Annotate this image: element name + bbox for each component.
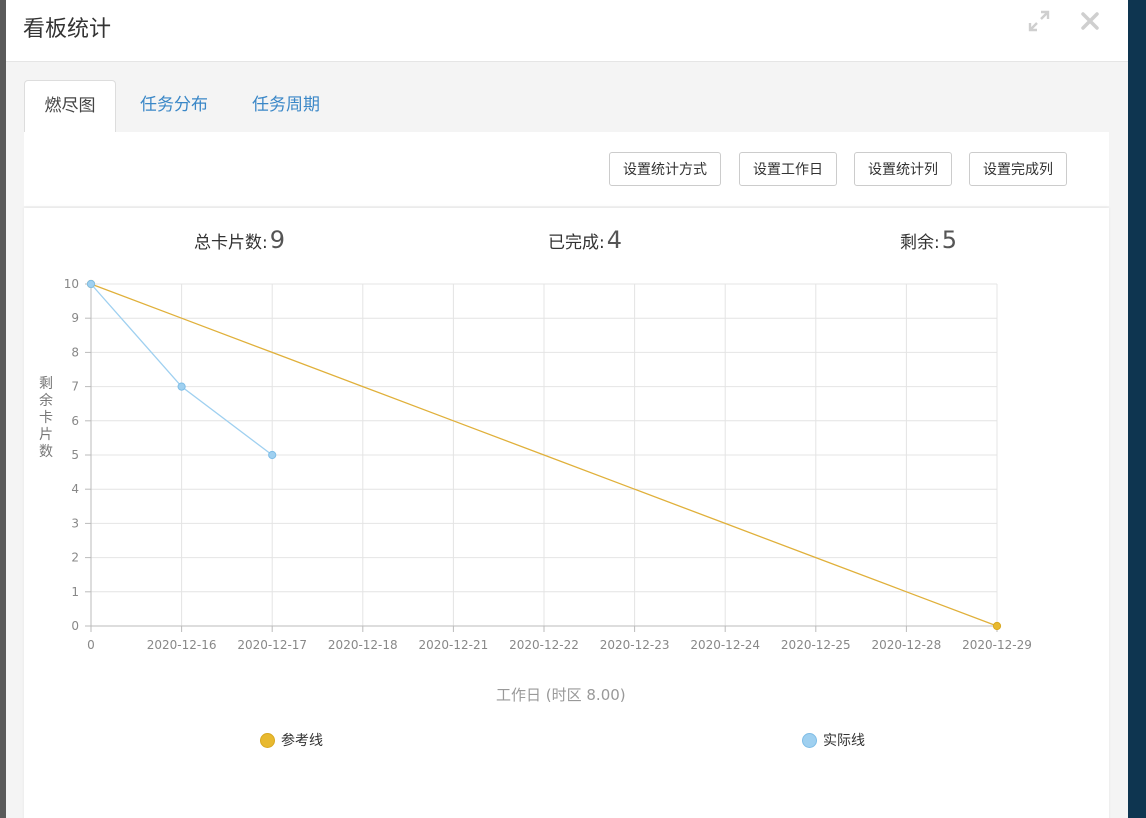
x-tick-label: 2020-12-18 (328, 638, 398, 652)
legend-label-reference: 参考线 (281, 733, 323, 749)
x-tick-label: 2020-12-28 (872, 638, 942, 652)
x-tick-label: 2020-12-25 (781, 638, 851, 652)
tab-task-distribution[interactable]: 任务分布 (124, 80, 224, 132)
modal-header: 看板统计 (6, 0, 1128, 62)
burndown-panel: 总卡片数:9 已完成:4 剩余:5 0 1 2 3 4 5 6 7 8 9 10 0 2020-12-1… (24, 208, 1109, 818)
data-point-actual (177, 382, 186, 391)
legend-item-reference[interactable]: 参考线 (260, 730, 323, 750)
x-tick-label: 2020-12-23 (600, 638, 670, 652)
modal-title: 看板统计 (23, 17, 112, 42)
y-tick-label: 0 (71, 619, 79, 633)
data-point-actual (268, 450, 277, 460)
x-tick-label: 2020-12-21 (419, 638, 489, 652)
tab-burndown[interactable]: 燃尽图 (24, 80, 116, 134)
kanban-stats-modal: 看板统计 燃尽图 任务分布 任务周期 设置统计方式 设置工作日 设置统计列 设置… (6, 0, 1128, 818)
y-tick-label: 9 (71, 311, 79, 325)
legend-swatch-reference (260, 733, 275, 748)
x-tick-label: 2020-12-16 (147, 638, 217, 652)
tab-task-cycle[interactable]: 任务周期 (236, 80, 336, 132)
legend-label-actual: 实际线 (823, 733, 865, 749)
x-tick-label: 2020-12-24 (690, 638, 760, 652)
legend-item-actual[interactable]: 实际线 (802, 730, 865, 750)
x-tick-label: 2020-12-29 (962, 638, 1032, 652)
y-tick-label: 6 (71, 414, 79, 428)
y-tick-label: 3 (71, 516, 79, 530)
expand-icon[interactable] (1026, 8, 1052, 34)
y-tick-label: 4 (71, 482, 79, 496)
set-stat-method-button[interactable]: 设置统计方式 (609, 152, 721, 186)
y-tick-label: 2 (71, 551, 79, 565)
chart-y-axis-label: 剩余卡片数 (39, 376, 53, 460)
x-tick-label: 0 (87, 638, 95, 652)
data-point-actual (86, 279, 96, 289)
tab-bar: 燃尽图 任务分布 任务周期 (24, 80, 1109, 134)
y-tick-label: 10 (64, 277, 79, 291)
backdrop-strip (1128, 0, 1146, 818)
set-done-column-button[interactable]: 设置完成列 (969, 152, 1067, 186)
x-tick-label: 2020-12-22 (509, 638, 579, 652)
y-tick-label: 1 (71, 585, 79, 599)
toolbar-panel: 设置统计方式 设置工作日 设置统计列 设置完成列 (24, 132, 1109, 206)
y-tick-label: 8 (71, 345, 79, 359)
chart-x-axis-label: 工作日 (时区 8.00) (496, 686, 626, 704)
x-tick-label: 2020-12-17 (237, 638, 307, 652)
data-point-reference (992, 621, 1002, 631)
legend-swatch-actual (802, 733, 817, 748)
y-tick-label: 7 (71, 380, 79, 394)
burndown-chart: 0 1 2 3 4 5 6 7 8 9 10 0 2020-12-16 2020-12-17 2020-12… (64, 277, 1032, 652)
close-icon[interactable] (1077, 8, 1103, 34)
y-tick-label: 5 (71, 448, 79, 462)
set-workday-button[interactable]: 设置工作日 (739, 152, 837, 186)
set-stat-column-button[interactable]: 设置统计列 (854, 152, 952, 186)
